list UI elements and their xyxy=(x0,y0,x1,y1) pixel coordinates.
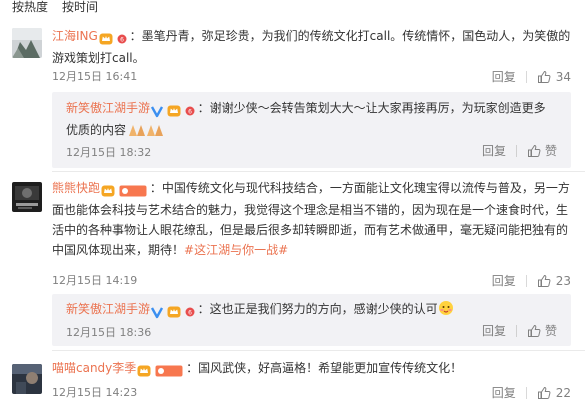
sort-by-hot-tab[interactable]: 按热度 xyxy=(12,0,48,18)
reply-actions: 回复 赞 xyxy=(482,142,557,159)
avatar[interactable] xyxy=(12,182,42,212)
like-button[interactable]: 34 xyxy=(537,70,571,84)
reply-button[interactable]: 回复 xyxy=(492,384,516,401)
action-divider xyxy=(515,144,517,157)
vip-level-icon: 6 xyxy=(185,106,195,115)
action-divider xyxy=(515,324,517,337)
member-crown-icon xyxy=(167,105,181,116)
like-button[interactable]: 22 xyxy=(537,386,571,400)
member-crown-icon xyxy=(167,306,181,317)
reply-like-button[interactable]: 赞 xyxy=(527,142,557,159)
username[interactable]: 江海ING xyxy=(52,29,98,43)
avatar[interactable] xyxy=(12,28,42,58)
member-crown-icon xyxy=(101,185,115,196)
user-badges: 6 xyxy=(99,28,127,48)
thumbs-up-icon xyxy=(537,386,551,399)
like-count: 34 xyxy=(555,69,571,84)
reply-time: 12月15日 18:32 xyxy=(66,146,152,159)
comment-time: 12月15日 14:23 xyxy=(52,386,138,399)
topic-link[interactable]: #这江湖与你一战# xyxy=(184,243,288,257)
svg-text:6: 6 xyxy=(188,309,192,316)
like-label: 赞 xyxy=(544,324,557,338)
verified-v-icon xyxy=(151,105,164,117)
reply-box: 新笑傲江湖手游 6 ：这也正是我们努力的方向，感谢少侠的认可 12月15日 18… xyxy=(52,294,571,346)
comment-divider xyxy=(52,350,585,351)
comment-actions: 回复 34 xyxy=(492,68,571,85)
reply-body: 新笑傲江湖手游 6 ：这也正是我们努力的方向，感谢少侠的认可 xyxy=(66,299,557,322)
user-badges xyxy=(137,360,183,380)
comment-time: 12月15日 16:41 xyxy=(52,70,138,83)
reply-box: 新笑傲江湖手游 6 ：谢谢少侠～会转告策划大大～让大家再接再厉，为玩家创造更多优… xyxy=(52,92,571,168)
comment-item: 喵喵candy李季 ：国风武侠，好高逼格！希望能更加宣传传统文化！ 铁粉 12月… xyxy=(0,354,585,403)
thumbs-up-icon xyxy=(537,70,551,83)
member-crown-icon xyxy=(99,33,113,44)
sort-by-time-tab[interactable]: 按时间 xyxy=(62,0,98,18)
like-count: 22 xyxy=(555,385,571,400)
reply-actions: 回复 赞 xyxy=(482,322,557,339)
comment-actions: 回复 23 xyxy=(492,272,571,289)
username[interactable]: 喵喵candy李季 xyxy=(52,361,136,375)
reply-username[interactable]: 新笑傲江湖手游 xyxy=(66,101,150,115)
comment-body: 喵喵candy李季 ：国风武侠，好高逼格！希望能更加宣传传统文化！ xyxy=(52,358,571,380)
reply-like-button[interactable]: 赞 xyxy=(527,322,557,339)
reply-text: ：这也正是我们努力的方向，感谢少侠的认可 xyxy=(197,302,438,316)
reply-user-badges: 6 xyxy=(151,100,195,120)
svg-text:6: 6 xyxy=(120,36,124,43)
comment-text: ：墨笔丹青，弥足珍贵，为我们的传统文化打call。传统情怀，国色动人，为笑傲的游… xyxy=(52,29,571,65)
thumbs-up-icon xyxy=(527,144,541,157)
action-divider xyxy=(525,274,527,287)
reply-username[interactable]: 新笑傲江湖手游 xyxy=(66,302,150,316)
action-divider xyxy=(525,386,527,399)
reply-reply-button[interactable]: 回复 xyxy=(482,142,506,159)
svg-text:6: 6 xyxy=(188,108,192,115)
comment-text: ：国风武侠，好高逼格！希望能更加宣传传统文化！ xyxy=(186,361,463,375)
fan-badge-icon xyxy=(119,185,147,196)
reply-user-badges: 6 xyxy=(151,301,195,321)
user-badges xyxy=(101,180,147,200)
thumbs-up-icon xyxy=(527,324,541,337)
reply-button[interactable]: 回复 xyxy=(492,272,516,289)
sort-tabs: 按热度 按时间 xyxy=(12,0,98,18)
comment-divider xyxy=(52,171,585,172)
comment-body: 江海ING 6 ：墨笔丹青，弥足珍贵，为我们的传统文化打call。传统情怀，国色… xyxy=(52,26,571,68)
praying-hands-emoji-icon xyxy=(126,123,166,143)
reply-time: 12月15日 18:36 xyxy=(66,326,152,339)
comment-body: 熊熊快跑 ：中国传统文化与现代科技结合，一方面能让文化瑰宝得以流传与普及，另一方… xyxy=(52,178,571,260)
like-button[interactable]: 23 xyxy=(537,274,571,288)
thumbs-up-icon xyxy=(537,274,551,287)
comment-time: 12月15日 14:19 xyxy=(52,274,138,287)
verified-v-icon xyxy=(151,306,164,318)
like-label: 赞 xyxy=(544,144,557,158)
member-crown-icon xyxy=(137,365,151,376)
comment-actions: 回复 22 xyxy=(492,384,571,401)
reply-reply-button[interactable]: 回复 xyxy=(482,322,506,339)
reply-button[interactable]: 回复 xyxy=(492,68,516,85)
vip-level-icon: 6 xyxy=(117,34,127,43)
like-count: 23 xyxy=(555,273,571,288)
blushing-face-emoji-icon xyxy=(438,300,454,322)
vip-level-icon: 6 xyxy=(185,307,195,316)
username[interactable]: 熊熊快跑 xyxy=(52,181,100,195)
action-divider xyxy=(525,70,527,83)
comment-item: 熊熊快跑 ：中国传统文化与现代科技结合，一方面能让文化瑰宝得以流传与普及，另一方… xyxy=(0,176,585,346)
reply-body: 新笑傲江湖手游 6 ：谢谢少侠～会转告策划大大～让大家再接再厉，为玩家创造更多优… xyxy=(66,98,557,143)
avatar[interactable] xyxy=(12,364,42,394)
comment-item: 江海ING 6 ：墨笔丹青，弥足珍贵，为我们的传统文化打call。传统情怀，国色… xyxy=(0,18,585,168)
fan-badge-icon xyxy=(155,365,183,376)
